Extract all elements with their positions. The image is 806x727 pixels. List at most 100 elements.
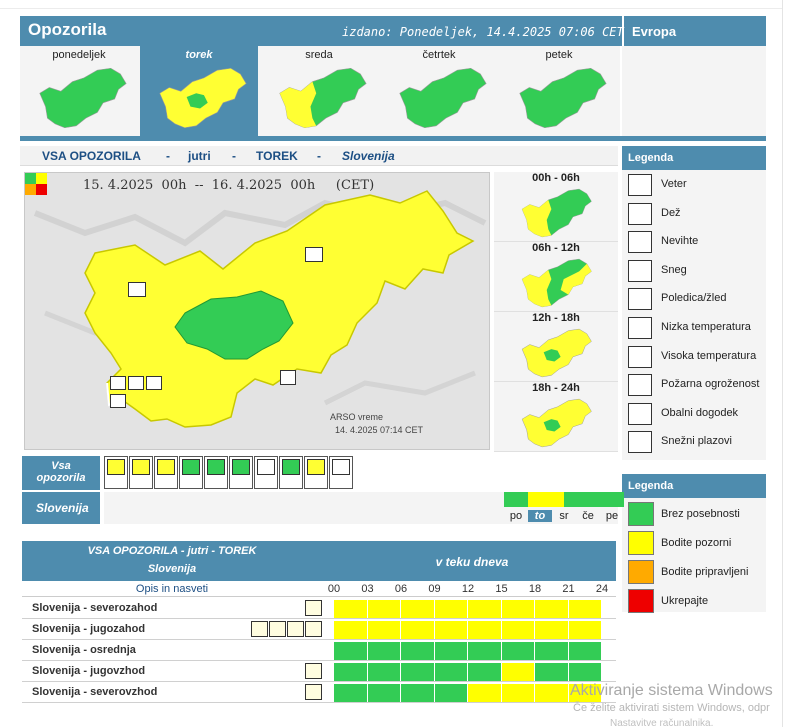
strip-coastal-icon[interactable] [304,456,328,489]
day-abbrev-3[interactable]: če [576,510,600,522]
legend-item-label: Obalni dogodek [661,406,739,419]
timeline-cell [401,642,435,660]
timeline-cell [568,600,602,618]
hour-label: 03 [361,583,374,595]
day-abbrev-1[interactable]: to [528,510,552,522]
snow-icon [628,259,652,282]
strip-ice-icon[interactable] [204,456,228,489]
wind-icon[interactable] [251,621,268,637]
windows-activation-watermark: Aktiviranje sistema Windows [570,682,773,699]
row-icons [304,663,322,681]
row-timeline [334,621,602,639]
day-abbrev-4[interactable]: pe [600,510,624,522]
period-map-2[interactable]: 12h - 18h [494,312,618,382]
strip-rain-icon[interactable] [129,456,153,489]
timeline-cell [468,600,502,618]
day-level-bar [504,492,528,507]
strip-high-temperature-icon[interactable] [254,456,278,489]
timeline-cell [367,621,401,639]
day-tab-1[interactable]: torek [140,46,258,136]
strip-fire-icon[interactable] [279,456,303,489]
legend-item-label: Požarna ogroženost [661,378,760,391]
table-row[interactable]: Slovenija - severovzhod [22,683,616,703]
table-subheader: Opis in nasveti 00 03 06 09 12 15 18 21 24 [22,581,616,597]
day-level-bar [552,492,576,507]
period-map-0[interactable]: 00h - 06h [494,172,618,242]
timeline-cell [535,684,569,702]
coastal-icon[interactable] [305,621,322,637]
storm-icon[interactable] [287,621,304,637]
timeline-cell [535,621,569,639]
map-storm-icon[interactable] [145,376,162,390]
period-map-1[interactable]: 06h - 12h [494,242,618,312]
map-wind-icon[interactable] [304,247,323,262]
legend-item-label: Poledica/žled [661,292,727,305]
timeline-cell [501,600,535,618]
europe-link[interactable]: Evropa [622,16,766,46]
table-row[interactable]: Slovenija - osrednja [22,641,616,661]
timeline-cell [501,684,535,702]
day-tab-0[interactable]: ponedeljek [20,46,138,136]
legend-item-5: Nizka temperatura [628,315,766,341]
strip-wind-icon[interactable] [104,456,128,489]
timeline-cell [334,621,368,639]
day-tab-3[interactable]: četrtek [380,46,498,136]
period-map-3[interactable]: 18h - 24h [494,382,618,452]
timeline-cell [434,642,468,660]
timeline-cell [334,663,368,681]
legend-item-0: Veter [628,172,766,198]
description-link[interactable]: Opis in nasveti [22,583,322,595]
table-timeline-title: v teku dneva [435,555,509,569]
map-wind-icon[interactable] [109,376,126,390]
timeline-cell [334,600,368,618]
hour-label: 21 [562,583,575,595]
color-key-corner [25,173,47,195]
legend-item-3: Sneg [628,258,766,284]
period-label: 06h - 12h [532,242,580,254]
table-row[interactable]: Slovenija - severozahod [22,599,616,619]
header-bar: Opozorila izdano: Ponedeljek, 14.4.2025 … [20,16,766,46]
legend-item-7: Požarna ogroženost [628,372,766,398]
day-abbrev-2[interactable]: sr [552,510,576,522]
region-name: Slovenija - severozahod [32,602,158,614]
ice-icon [628,288,652,311]
map-credit: ARSO vreme 14. 4.2025 07:14 CET [330,411,423,437]
row-timeline [334,642,602,660]
strip-low-temperature-icon[interactable] [229,456,253,489]
table-row[interactable]: Slovenija - jugozahod [22,620,616,640]
day-abbrev-0[interactable]: po [504,510,528,522]
rain-icon[interactable] [305,600,322,616]
period-label: 12h - 18h [532,312,580,324]
strip-snow-icon[interactable] [179,456,203,489]
day-tab-4[interactable]: petek [500,46,618,136]
avalanche-icon [628,431,652,454]
warnings-table: VSA OPOZORILA - jutri - TOREK Slovenija … [22,541,616,709]
hour-label: 12 [461,583,475,595]
timeline-cell [568,663,602,681]
timeline-cell [501,642,535,660]
legend-item-2: Nevihte [628,229,766,255]
strip-storm-icon[interactable] [154,456,178,489]
map-storm-icon[interactable] [279,370,296,385]
warning-map[interactable] [24,172,490,450]
timeline-cell [568,642,602,660]
map-rain-icon[interactable] [127,282,146,297]
storm-icon[interactable] [305,663,322,679]
day-level-bar [528,492,552,507]
strip-avalanche-icon[interactable] [329,456,353,489]
legend-title: Legenda [622,474,766,498]
legend-title: Legenda [622,146,766,170]
wind-icon[interactable] [305,684,322,700]
timeline-cell [367,663,401,681]
row-timeline [334,684,602,702]
map-coastal-icon[interactable] [109,394,126,408]
legend-item-9: Snežni plazovi [628,429,766,455]
table-row[interactable]: Slovenija - jugovzhod [22,662,616,682]
rain-icon[interactable] [269,621,286,637]
map-rain-icon[interactable] [127,376,144,390]
warning-type-strip [104,456,356,490]
row-timeline [334,663,602,681]
period-map-image [521,188,592,238]
page-title: Opozorila [28,20,107,39]
day-tab-2[interactable]: sreda [260,46,378,136]
